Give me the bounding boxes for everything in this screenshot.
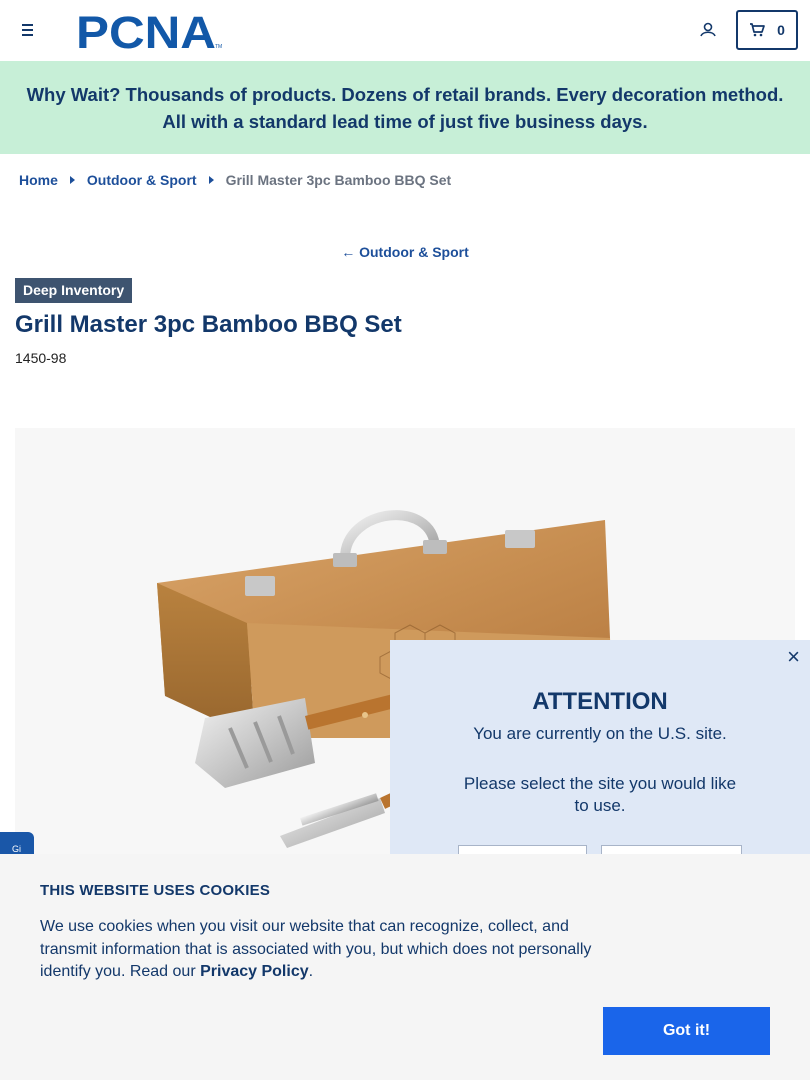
feedback-tab-label: Gi xyxy=(12,844,21,854)
cookie-banner-text: We use cookies when you visit our websit… xyxy=(40,916,600,984)
back-to-category-link[interactable]: ← Outdoor & Sport xyxy=(0,244,810,260)
breadcrumb: Home Outdoor & Sport Grill Master 3pc Ba… xyxy=(19,172,451,188)
logo-text: PCNA xyxy=(76,11,216,51)
privacy-policy-link[interactable]: Privacy Policy xyxy=(200,963,309,980)
site-header: PCNA TM 0 xyxy=(0,0,810,61)
back-link-label: Outdoor & Sport xyxy=(359,244,469,260)
breadcrumb-category[interactable]: Outdoor & Sport xyxy=(87,172,197,188)
cart-button[interactable]: 0 xyxy=(736,10,798,50)
promo-text: Why Wait? Thousands of products. Dozens … xyxy=(26,83,784,132)
cart-count: 0 xyxy=(777,22,785,38)
logo-tm: TM xyxy=(215,44,222,50)
inventory-badge: Deep Inventory xyxy=(15,278,133,303)
accept-cookies-button[interactable]: Got it! xyxy=(603,1007,770,1055)
back-arrow-icon: ← xyxy=(341,244,356,260)
modal-message-current-site: You are currently on the U.S. site. xyxy=(473,724,727,743)
close-icon[interactable]: × xyxy=(787,646,800,668)
breadcrumb-home[interactable]: Home xyxy=(19,172,58,188)
menu-icon[interactable] xyxy=(18,20,38,40)
breadcrumb-arrow-icon xyxy=(208,176,214,184)
modal-title: ATTENTION xyxy=(532,688,668,715)
breadcrumb-arrow-icon xyxy=(69,176,75,184)
cookie-banner: THIS WEBSITE USES COOKIES We use cookies… xyxy=(0,854,810,1080)
modal-message-select-site: Please select the site you would like to… xyxy=(463,774,737,815)
cart-icon xyxy=(750,23,765,37)
account-icon[interactable] xyxy=(698,20,718,40)
promo-banner: Why Wait? Thousands of products. Dozens … xyxy=(0,61,810,154)
cookie-period: . xyxy=(308,963,314,980)
product-title: Grill Master 3pc Bamboo BBQ Set xyxy=(15,311,402,338)
pcna-logo[interactable]: PCNA TM xyxy=(76,11,224,51)
cookie-banner-title: THIS WEBSITE USES COOKIES xyxy=(40,882,271,899)
cookie-body-text: We use cookies when you visit our websit… xyxy=(40,918,592,980)
product-sku: 1450-98 xyxy=(15,350,67,366)
site-selection-modal: × ATTENTION You are currently on the U.S… xyxy=(390,640,810,885)
breadcrumb-current: Grill Master 3pc Bamboo BBQ Set xyxy=(225,172,452,188)
